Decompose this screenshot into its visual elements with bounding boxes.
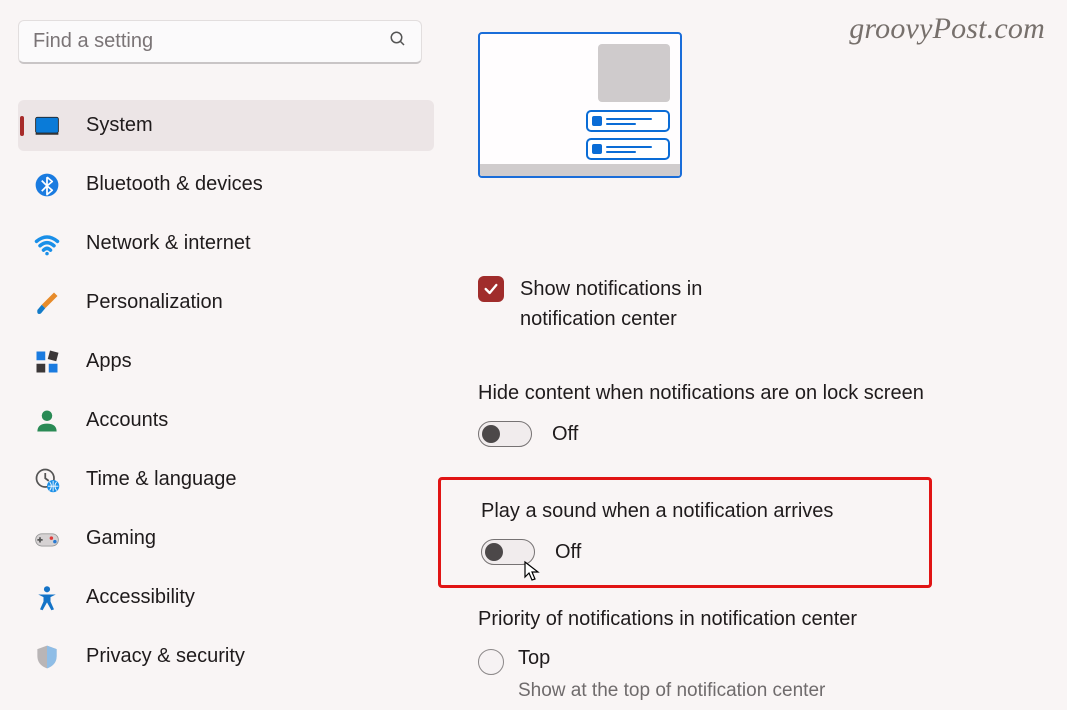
nav-item-accounts[interactable]: Accounts [18,395,434,446]
option-hide-content: Hide content when notifications are on l… [478,382,1038,447]
nav-item-privacy-security[interactable]: Privacy & security [18,631,434,682]
play-sound-state: Off [555,541,581,564]
highlighted-option-box: Play a sound when a notification arrives… [438,477,932,588]
clock-globe-icon [32,465,62,495]
nav-item-bluetooth[interactable]: Bluetooth & devices [18,159,434,210]
nav-label: Personalization [86,291,223,314]
paintbrush-icon [32,288,62,318]
nav-label: Gaming [86,527,156,550]
radio-icon[interactable] [478,649,504,675]
person-icon [32,406,62,436]
nav-label: Apps [86,350,132,373]
settings-content: Show notifications in notification cente… [478,32,1038,702]
nav-label: Accessibility [86,586,195,609]
nav-label: System [86,114,153,137]
show-notifications-line1: Show notifications in [520,278,702,300]
nav-item-time-language[interactable]: Time & language [18,454,434,505]
priority-title: Priority of notifications in notificatio… [478,608,1038,631]
search-box[interactable] [18,20,422,64]
nav-label: Bluetooth & devices [86,173,263,196]
wifi-icon [32,229,62,259]
preview-taskbar [480,164,680,176]
search-icon [389,30,407,53]
nav-item-apps[interactable]: Apps [18,336,434,387]
preview-large-block [598,44,670,102]
accessibility-icon [32,583,62,613]
preview-notification-row [586,138,670,160]
nav-label: Network & internet [86,232,251,255]
gamepad-icon [32,524,62,554]
cursor-icon [523,560,541,587]
nav-list: System Bluetooth & devices Network & int… [18,100,430,690]
nav-item-system[interactable]: System [18,100,434,151]
option-show-notifications: Show notifications in notification cente… [478,274,1038,334]
system-icon [32,111,62,141]
notification-preview-thumbnail[interactable] [478,32,682,178]
hide-content-toggle[interactable] [478,421,532,447]
priority-option-label: Top [518,647,825,670]
show-notifications-line2: notification center [520,308,677,330]
hide-content-title: Hide content when notifications are on l… [478,382,1038,405]
preview-notification-row [586,110,670,132]
nav-label: Accounts [86,409,168,432]
nav-label: Time & language [86,468,236,491]
checkbox-icon[interactable] [478,276,504,302]
nav-item-gaming[interactable]: Gaming [18,513,434,564]
priority-option-sub: Show at the top of notification center [518,680,825,702]
settings-sidebar: System Bluetooth & devices Network & int… [0,0,440,710]
nav-item-personalization[interactable]: Personalization [18,277,434,328]
apps-icon [32,347,62,377]
nav-item-network[interactable]: Network & internet [18,218,434,269]
search-input[interactable] [33,30,389,53]
nav-item-accessibility[interactable]: Accessibility [18,572,434,623]
play-sound-title: Play a sound when a notification arrives [481,500,929,523]
hide-content-state: Off [552,423,578,446]
bluetooth-icon [32,170,62,200]
option-priority: Priority of notifications in notificatio… [478,608,1038,702]
priority-option-top[interactable]: Top Show at the top of notification cent… [478,647,1038,702]
shield-icon [32,642,62,672]
nav-label: Privacy & security [86,645,245,668]
